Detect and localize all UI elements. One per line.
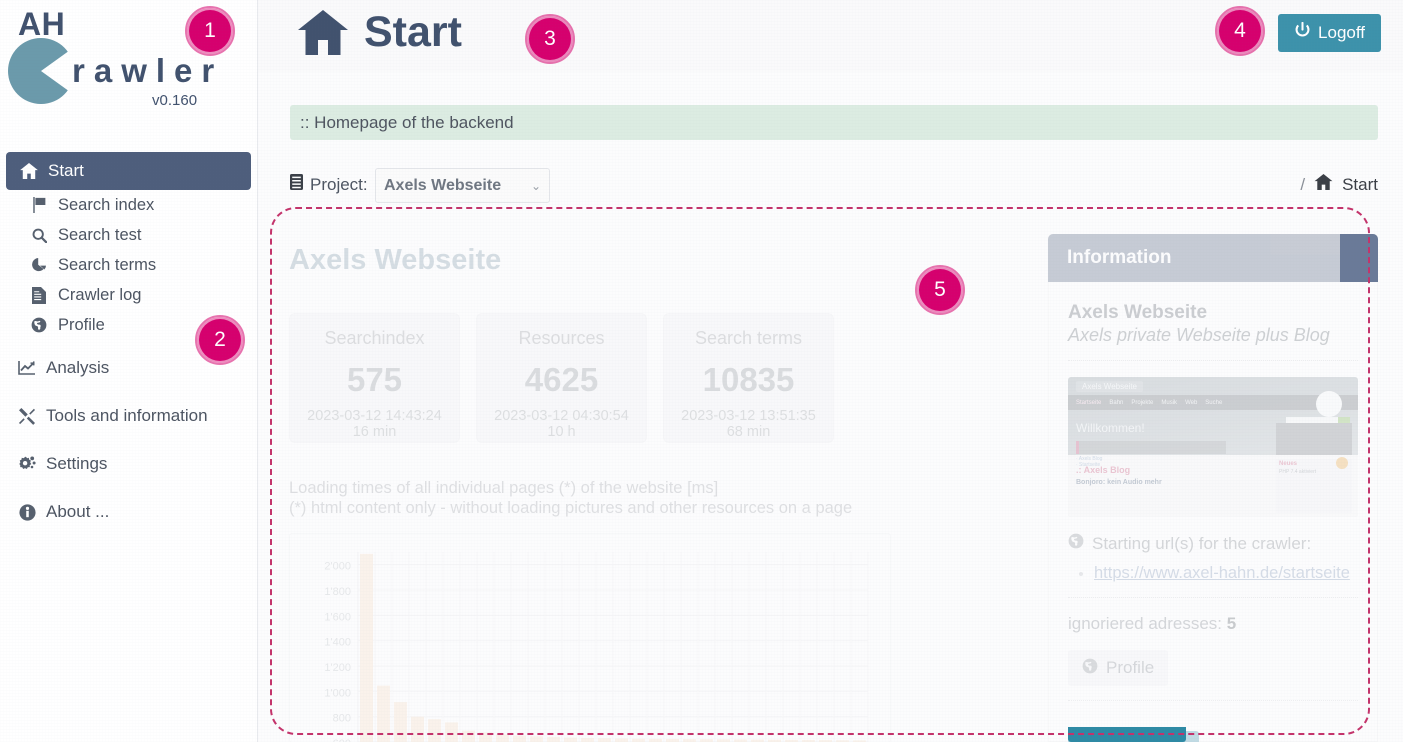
sidebar-item-label: Search test	[58, 225, 142, 244]
home-icon	[296, 10, 350, 55]
brand-rawler-text: rawler	[72, 52, 224, 89]
project-heading: Axels Webseite	[289, 244, 502, 276]
page-title-text: Start	[364, 8, 462, 56]
annotation-marker-2: 2	[195, 315, 245, 365]
svg-text:1'800: 1'800	[324, 586, 351, 598]
breadcrumb: / Start	[1300, 174, 1378, 195]
page-title: Start	[296, 8, 462, 57]
search-icon	[28, 228, 50, 243]
power-icon	[1294, 21, 1311, 44]
sidebar-item-start[interactable]: Start	[6, 152, 251, 190]
chart-heading-line1: Loading times of all individual pages (*…	[289, 479, 719, 497]
project-row: Project: Axels Webseite ⌄ / Start	[290, 168, 1378, 204]
stat-duration: 68 min	[726, 424, 771, 440]
project-label: Project:	[290, 174, 368, 195]
pacman-logo-icon	[8, 38, 74, 104]
sidebar-item-settings[interactable]: Settings	[0, 444, 257, 484]
sidebar-item-label: Settings	[46, 454, 108, 473]
stat-label: Searchindex	[324, 328, 425, 348]
project-select-value: Axels Webseite	[384, 176, 502, 194]
stat-duration: 10 h	[547, 424, 576, 440]
svg-text:1'200: 1'200	[324, 662, 351, 674]
stat-timestamp: 2023-03-12 13:51:35	[681, 408, 816, 424]
flag-icon	[28, 197, 50, 213]
svg-text:600: 600	[333, 738, 351, 742]
stat-value: 575	[346, 361, 403, 398]
chevron-down-icon: ⌄	[530, 178, 541, 193]
sidebar-item-label: Search index	[58, 195, 155, 214]
stat-label: Resources	[518, 328, 605, 348]
annotation-marker-4: 4	[1215, 6, 1265, 56]
file-icon	[28, 286, 50, 304]
logoff-label: Logoff	[1318, 23, 1365, 42]
stat-card-resources[interactable]: Resources 4625 2023-03-12 04:30:54 10 h	[476, 313, 647, 443]
logoff-button[interactable]: Logoff	[1278, 14, 1381, 52]
main-content-area: Axels Webseite Searchindex 575 2023-03-1…	[272, 208, 1378, 742]
annotation-marker-1: 1	[185, 6, 235, 56]
sidebar-item-tools-and-information[interactable]: Tools and information	[0, 396, 257, 436]
sidebar-item-about[interactable]: About ...	[0, 492, 257, 532]
breadcrumb-separator: /	[1300, 174, 1306, 194]
stat-value: 10835	[702, 361, 795, 398]
svg-text:1'400: 1'400	[324, 637, 351, 649]
annotation-marker-5: 5	[915, 265, 965, 315]
stat-card-searchindex[interactable]: Searchindex 575 2023-03-12 14:43:24 16 m…	[289, 313, 460, 443]
sidebar-item-label: Tools and information	[46, 406, 208, 425]
project-label-text: Project:	[310, 174, 368, 194]
sidebar-item-label: Start	[48, 161, 84, 180]
svg-text:800: 800	[333, 713, 351, 725]
chart-heading: Loading times of all individual pages (*…	[289, 478, 852, 518]
brand-ah-text: AH	[18, 6, 66, 42]
sidebar-item-label: Analysis	[46, 358, 110, 377]
sidebar-item-label: Profile	[58, 315, 105, 334]
sidebar-item-search-index[interactable]: Search index	[0, 190, 257, 220]
stat-value: 4625	[524, 361, 599, 398]
stat-duration: 16 min	[352, 424, 397, 440]
pie-icon	[28, 257, 50, 273]
svg-text:1'600: 1'600	[324, 611, 351, 623]
app-window: AH rawler v0.160 Start Search index Sear…	[0, 0, 1403, 742]
stat-card-search-terms[interactable]: Search terms 10835 2023-03-12 13:51:35 6…	[663, 313, 834, 443]
sidebar-item-search-test[interactable]: Search test	[0, 220, 257, 250]
loading-times-chart[interactable]: 2'000 1'800 1'600 1'400 1'200 1'000 800 600	[289, 533, 891, 742]
chart-icon	[16, 360, 38, 376]
sidebar-item-crawler-log[interactable]: Crawler log	[0, 280, 257, 310]
version-label: v0.160	[152, 92, 198, 109]
svg-text:1'000: 1'000	[324, 687, 351, 699]
svg-text:2'000: 2'000	[324, 561, 351, 573]
project-select[interactable]: Axels Webseite ⌄	[375, 168, 550, 203]
sidebar-item-label: Search terms	[58, 255, 157, 274]
database-icon	[290, 174, 303, 195]
home-icon	[18, 163, 40, 179]
chart-heading-line2: (*) html content only - without loading …	[289, 499, 853, 517]
tools-icon	[16, 407, 38, 425]
status-banner: :: Homepage of the backend	[290, 105, 1378, 140]
info-icon	[16, 503, 38, 521]
annotation-marker-3: 3	[525, 14, 575, 64]
chart-svg: 2'000 1'800 1'600 1'400 1'200 1'000 800 600	[324, 552, 869, 742]
stats-row: Searchindex 575 2023-03-12 14:43:24 16 m…	[289, 313, 834, 443]
stat-timestamp: 2023-03-12 14:43:24	[307, 408, 442, 424]
stat-timestamp: 2023-03-12 04:30:54	[494, 408, 629, 424]
gears-icon	[16, 456, 38, 472]
sidebar-item-search-terms[interactable]: Search terms	[0, 250, 257, 280]
globe-icon	[28, 317, 50, 333]
sidebar-item-label: About ...	[46, 502, 110, 521]
breadcrumb-label[interactable]: Start	[1342, 175, 1378, 195]
sidebar: AH rawler v0.160 Start Search index Sear…	[0, 0, 258, 742]
home-icon	[1314, 174, 1333, 195]
sidebar-item-label: Crawler log	[58, 285, 142, 304]
stat-label: Search terms	[694, 328, 803, 348]
